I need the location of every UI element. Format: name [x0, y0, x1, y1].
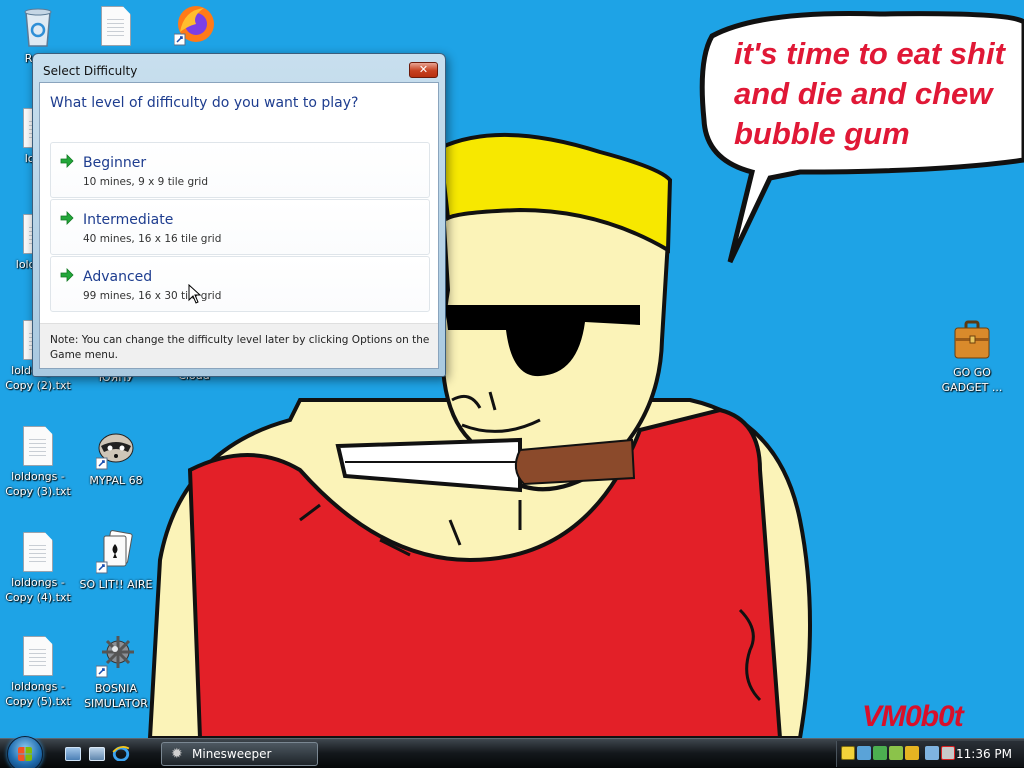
option-description: 40 mines, 16 x 16 tile grid	[83, 233, 222, 245]
wallpaper-signature: VM0b0t	[862, 700, 964, 733]
recycle-bin-icon	[24, 8, 52, 47]
tray-app-icon[interactable]	[905, 746, 919, 760]
dialog-content: What level of difficulty do you want to …	[39, 82, 439, 369]
option-beginner[interactable]: Beginner 10 mines, 9 x 9 tile grid	[50, 142, 430, 198]
taskbar-button-minesweeper[interactable]: ✹ Minesweeper	[161, 742, 318, 766]
desktop-icon-label: loldongs - Copy (5).txt	[5, 680, 71, 708]
desktop-icon-label: loldongs - Copy (4).txt	[5, 576, 71, 604]
desktop-icon-label: SO LIT!! AIRE	[79, 578, 153, 591]
desktop-icon-firefox[interactable]	[156, 2, 232, 46]
text-file-icon	[23, 426, 53, 466]
taskbar: ✹ Minesweeper 11:36 PM	[0, 736, 1024, 768]
speech-line: it's time to eat shit	[734, 36, 1005, 71]
green-arrow-icon	[60, 211, 74, 225]
mine-icon	[96, 636, 134, 678]
text-file-icon	[23, 532, 53, 572]
green-arrow-icon	[60, 154, 74, 168]
briefcase-icon	[954, 320, 990, 359]
tray-app-icon[interactable]	[873, 746, 887, 760]
tray-network-icon[interactable]	[857, 746, 871, 760]
text-file-icon	[23, 636, 53, 676]
tray-monitor-icon[interactable]	[925, 746, 939, 760]
desktop-icon-minesweeper[interactable]: BOSNIA SIMULATOR	[78, 634, 154, 711]
tray-app-icon[interactable]	[889, 746, 903, 760]
desktop-icon-solitaire[interactable]: SO LIT!! AIRE	[78, 530, 154, 592]
taskbar-button-label: Minesweeper	[192, 747, 272, 761]
desktop-icon-gadget[interactable]: GO GO GADGET ...	[934, 318, 1010, 395]
dialog-note: Note: You can change the difficulty leve…	[50, 334, 430, 361]
tray-notepad-icon[interactable]	[841, 746, 855, 760]
mine-icon: ✹	[171, 746, 183, 762]
desktop-icon-file[interactable]: loldongs - Copy (3).txt	[0, 426, 76, 499]
option-advanced[interactable]: Advanced 99 mines, 16 x 30 tile grid	[50, 256, 430, 312]
solitaire-icon	[96, 530, 133, 574]
desktop-icon-file[interactable]: loldongs - Copy (4).txt	[0, 532, 76, 605]
option-description: 10 mines, 9 x 9 tile grid	[83, 176, 209, 188]
desktop-icon-file[interactable]	[78, 6, 154, 46]
desktop-icon-label: BOSNIA SIMULATOR	[84, 682, 148, 710]
option-label: Intermediate	[83, 212, 174, 228]
notification-area: 11:36 PM	[836, 741, 1024, 767]
desktop-icon-file[interactable]: loldongs - Copy (5).txt	[0, 636, 76, 709]
desktop-icon-label: GO GO GADGET ...	[941, 366, 1003, 394]
show-desktop-icon[interactable]	[65, 747, 81, 761]
option-intermediate[interactable]: Intermediate 40 mines, 16 x 16 tile grid	[50, 199, 430, 255]
start-button[interactable]	[7, 736, 43, 768]
option-label: Beginner	[83, 155, 147, 171]
tray-volume-muted-icon[interactable]	[941, 746, 955, 760]
taskbar-clock[interactable]: 11:36 PM	[956, 747, 1012, 761]
desktop-icon-mypal[interactable]: MYPAL 68	[78, 426, 154, 488]
close-button[interactable]: ✕	[409, 62, 438, 78]
firefox-icon	[174, 6, 214, 46]
close-icon: ✕	[418, 63, 429, 76]
speech-line: bubble gum	[734, 116, 910, 151]
desktop-icon-label: loldongs - Copy (3).txt	[5, 470, 71, 498]
speech-line: and die and chew	[734, 76, 993, 111]
text-file-icon	[101, 6, 131, 46]
option-label: Advanced	[83, 269, 153, 285]
mouse-cursor-icon	[188, 284, 202, 304]
internet-explorer-icon[interactable]	[112, 745, 130, 761]
desktop-icon-label: MYPAL 68	[89, 474, 143, 487]
dialog-title: Select Difficulty	[43, 64, 138, 78]
select-difficulty-dialog: Select Difficulty ✕ What level of diffic…	[32, 53, 446, 377]
switch-windows-icon[interactable]	[89, 747, 105, 761]
green-arrow-icon	[60, 268, 74, 282]
speech-bubble-text: it's time to eat shit and die and chew b…	[734, 34, 1024, 154]
dialog-footer: Note: You can change the difficulty leve…	[40, 323, 438, 368]
dialog-question: What level of difficulty do you want to …	[50, 95, 359, 111]
raccoon-icon	[96, 433, 134, 470]
